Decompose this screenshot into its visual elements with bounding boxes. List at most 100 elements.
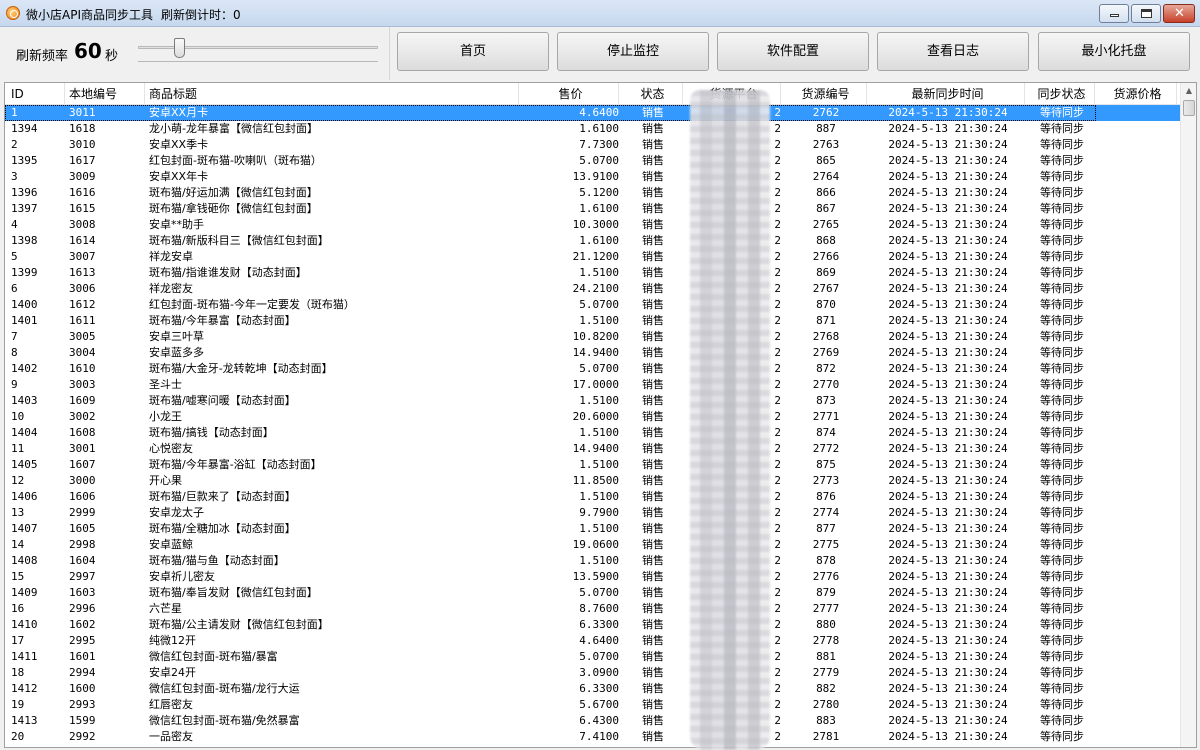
table-row[interactable]: 1408 1604 斑布猫/猫与鱼【动态封面】 1.5100 销售 2 878 2024-5-… [5,553,1180,569]
view-log-button[interactable]: 查看日志 [877,32,1029,71]
table-row[interactable]: 18 2994 安卓24开 3.0900 销售 2 2779 2024-5-13 21:30:… [5,665,1180,681]
cell-title: 龙小萌-龙年暴富【微信红包封面】 [149,122,318,135]
table-row[interactable]: 16 2996 六芒星 8.7600 销售 2 2777 2024-5-13 21:30:24… [5,601,1180,617]
table-row[interactable]: 2 3010 安卓XX季卡 7.7300 销售 2 2763 2024-5-13 21:30:… [5,137,1180,153]
cell-platform: 2 [774,186,781,199]
maximize-button[interactable] [1131,4,1161,23]
table-row[interactable]: 11 3001 心悦密友 14.9400 销售 2 2772 2024-5-13 21:30:… [5,441,1180,457]
cell-local-no: 2998 [69,538,96,551]
cell-id: 19 [11,698,25,711]
cell-title: 微信红包封面-斑布猫/龙行大运 [149,682,300,695]
table-row[interactable]: 1396 1616 斑布猫/好运加满【微信红包封面】 5.1200 销售 2 866 2024… [5,185,1180,201]
table-row[interactable]: 1413 1599 微信红包封面-斑布猫/免然暴富 6.4300 销售 2 883 2024-… [5,713,1180,729]
cell-id: 1395 [11,154,38,167]
cell-title: 心悦密友 [149,442,193,455]
table-row[interactable]: 1410 1602 斑布猫/公主请发财【微信红包封面】 6.3300 销售 2 880 202… [5,617,1180,633]
slider-thumb[interactable] [174,38,185,58]
table-row[interactable]: 1 3011 安卓XX月卡 4.6400 销售 2 2762 2024-5-13 21:30:… [5,105,1180,121]
table-row[interactable]: 10 3002 小龙王 20.6000 销售 2 2771 2024-5-13 21:30:2… [5,409,1180,425]
cell-source-price [1099,537,1177,553]
column-header-status[interactable]: 状态 [619,83,683,105]
close-button[interactable]: ✕ [1163,4,1195,23]
table-row[interactable]: 1394 1618 龙小萌-龙年暴富【微信红包封面】 1.6100 销售 2 887 2024… [5,121,1180,137]
table-row[interactable]: 13 2999 安卓龙太子 9.7900 销售 2 2774 2024-5-13 21:30:… [5,505,1180,521]
cell-id: 4 [11,218,18,231]
column-header-sync-status[interactable]: 同步状态 [1025,83,1095,105]
table-row[interactable]: 6 3006 祥龙密友 24.2100 销售 2 2767 2024-5-13 21:30:2… [5,281,1180,297]
cell-status: 销售 [642,298,664,311]
table-row[interactable]: 1403 1609 斑布猫/嘘寒问暖【动态封面】 1.5100 销售 2 873 2024-5… [5,393,1180,409]
home-button[interactable]: 首页 [397,32,549,71]
table-row[interactable]: 14 2998 安卓蓝鲸 19.0600 销售 2 2775 2024-5-13 21:30:… [5,537,1180,553]
vertical-scrollbar[interactable]: ▲ [1180,83,1196,747]
refresh-frequency-slider[interactable] [138,35,378,71]
table-row[interactable]: 1402 1610 斑布猫/大金牙-龙转乾坤【动态封面】 5.0700 销售 2 872 20… [5,361,1180,377]
cell-id: 9 [11,378,18,391]
table-row[interactable]: 9 3003 圣斗士 17.0000 销售 2 2770 2024-5-13 21:30:24… [5,377,1180,393]
cell-price: 1.5100 [579,426,619,439]
settings-button[interactable]: 软件配置 [717,32,869,71]
cell-price: 6.3300 [579,618,619,631]
cell-id: 20 [11,730,25,743]
cell-platform: 2 [774,234,781,247]
table-row[interactable]: 7 3005 安卓三叶草 10.8200 销售 2 2768 2024-5-13 21:30:… [5,329,1180,345]
table-row[interactable]: 1407 1605 斑布猫/全糖加冰【动态封面】 1.5100 销售 2 877 2024-5… [5,521,1180,537]
table-row[interactable]: 1400 1612 红包封面-斑布猫-今年一定要发（斑布猫） 5.0700 销售 2 870… [5,297,1180,313]
cell-local-no: 1602 [69,618,96,631]
cell-id: 1406 [11,490,38,503]
table-row[interactable]: 1412 1600 微信红包封面-斑布猫/龙行大运 6.3300 销售 2 882 2024-… [5,681,1180,697]
column-header-id[interactable]: ID [7,83,65,105]
column-header-price[interactable]: 售价 [519,83,619,105]
cell-id: 6 [11,282,18,295]
table-row[interactable]: 20 2992 一品密友 7.4100 销售 2 2781 2024-5-13 21:30:2… [5,729,1180,745]
table-row[interactable]: 1401 1611 斑布猫/今年暴富【动态封面】 1.5100 销售 2 871 2024-5… [5,313,1180,329]
cell-source-price [1099,601,1177,617]
table-row[interactable]: 4 3008 安卓**助手 10.3000 销售 2 2765 2024-5-13 21:30… [5,217,1180,233]
table-row[interactable]: 19 2993 红唇密友 5.6700 销售 2 2780 2024-5-13 21:30:2… [5,697,1180,713]
stop-monitor-button[interactable]: 停止监控 [557,32,709,71]
product-table[interactable]: ID 本地编号 商品标题 售价 状态 货源平台 货源编号 最新同步时间 同步状态 货源价格 1 30… [4,82,1197,748]
cell-title: 圣斗士 [149,378,182,391]
table-row[interactable]: 1398 1614 斑布猫/新版科目三【微信红包封面】 1.6100 销售 2 868 202… [5,233,1180,249]
cell-id: 1405 [11,458,38,471]
cell-source-price [1099,713,1177,729]
cell-sync-time: 2024-5-13 21:30:24 [888,250,1008,263]
cell-source-no: 2767 [812,282,840,295]
scrollbar-thumb[interactable] [1183,100,1195,116]
cell-source-no: 2772 [812,442,840,455]
table-row[interactable]: 1399 1613 斑布猫/指谁谁发财【动态封面】 1.5100 销售 2 869 2024-… [5,265,1180,281]
cell-price: 17.0000 [572,378,619,391]
table-row[interactable]: 1406 1606 斑布猫/巨款来了【动态封面】 1.5100 销售 2 876 2024-5… [5,489,1180,505]
column-header-source-price[interactable]: 货源价格 [1095,83,1177,105]
table-row[interactable]: 8 3004 安卓蓝多多 14.9400 销售 2 2769 2024-5-13 21:30:… [5,345,1180,361]
minimize-button[interactable] [1099,4,1129,23]
table-row[interactable]: 17 2995 纯微12开 4.6400 销售 2 2778 2024-5-13 21:30:… [5,633,1180,649]
table-row[interactable]: 1395 1617 红包封面-斑布猫-吹喇叭（斑布猫） 5.0700 销售 2 865 202… [5,153,1180,169]
table-row[interactable]: 1411 1601 微信红包封面-斑布猫/暴富 5.0700 销售 2 881 2024-5-… [5,649,1180,665]
column-header-platform[interactable]: 货源平台 [683,83,781,105]
table-row[interactable]: 1409 1603 斑布猫/奉旨发财【微信红包封面】 5.0700 销售 2 879 2024… [5,585,1180,601]
cell-title: 安卓XX年卡 [149,170,209,183]
cell-sync-status: 等待同步 [1040,314,1084,327]
cell-id: 16 [11,602,25,615]
column-header-source-no[interactable]: 货源编号 [781,83,867,105]
table-row[interactable]: 1397 1615 斑布猫/拿钱砸你【微信红包封面】 1.6100 销售 2 867 2024… [5,201,1180,217]
column-header-title[interactable]: 商品标题 [145,83,519,105]
cell-local-no: 1615 [69,202,96,215]
table-row[interactable]: 12 3000 开心果 11.8500 销售 2 2773 2024-5-13 21:30:2… [5,473,1180,489]
column-header-local-no[interactable]: 本地编号 [65,83,145,105]
minimize-to-tray-button[interactable]: 最小化托盘 [1038,32,1190,71]
table-row[interactable]: 15 2997 安卓祈儿密友 13.5900 销售 2 2776 2024-5-13 21:3… [5,569,1180,585]
column-header-sync-time[interactable]: 最新同步时间 [867,83,1025,105]
cell-price: 1.6100 [579,234,619,247]
table-row[interactable]: 1405 1607 斑布猫/今年暴富-浴缸【动态封面】 1.5100 销售 2 875 202… [5,457,1180,473]
table-row[interactable]: 1404 1608 斑布猫/搞钱【动态封面】 1.5100 销售 2 874 2024-5-1… [5,425,1180,441]
table-row[interactable]: 3 3009 安卓XX年卡 13.9100 销售 2 2764 2024-5-13 21:30… [5,169,1180,185]
table-body[interactable]: 1 3011 安卓XX月卡 4.6400 销售 2 2762 2024-5-13 21:30:… [5,105,1180,747]
cell-source-price [1099,729,1177,745]
cell-sync-status: 等待同步 [1040,618,1084,631]
scroll-up-icon[interactable]: ▲ [1181,83,1196,99]
cell-status: 销售 [642,426,664,439]
cell-status: 销售 [642,170,664,183]
table-row[interactable]: 5 3007 祥龙安卓 21.1200 销售 2 2766 2024-5-13 21:30:2… [5,249,1180,265]
